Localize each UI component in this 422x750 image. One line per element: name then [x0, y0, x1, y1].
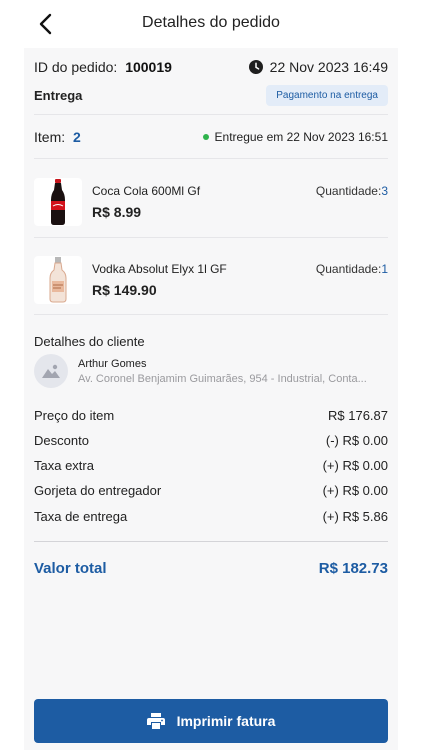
- order-type-row: Entrega Pagamento na entrega: [34, 84, 388, 106]
- summary-row: Gorjeta do entregador (+) R$ 0.00: [34, 483, 388, 501]
- order-date: 22 Nov 2023 16:49: [269, 59, 388, 75]
- customer-card: Arthur Gomes Av. Coronel Benjamim Guimar…: [34, 354, 388, 390]
- summary-row: Preço do item R$ 176.87: [34, 408, 388, 426]
- divider: [34, 541, 388, 542]
- summary-value: (+) R$ 5.86: [322, 509, 388, 524]
- summary-label: Taxa de entrega: [34, 509, 128, 524]
- summary-value: (+) R$ 0.00: [322, 483, 388, 498]
- product-item[interactable]: Vodka Absolut Elyx 1l GF R$ 149.90 Quant…: [34, 254, 388, 314]
- summary-label: Gorjeta do entregador: [34, 483, 162, 498]
- summary-row: Taxa extra (+) R$ 0.00: [34, 458, 388, 476]
- order-type: Entrega: [34, 87, 83, 103]
- summary-label: Preço do item: [34, 408, 115, 423]
- summary-label: Desconto: [34, 433, 89, 448]
- divider: [34, 114, 388, 115]
- product-item[interactable]: Coca Cola 600Ml Gf R$ 8.99 Quantidade:3: [34, 176, 388, 236]
- order-id-row: ID do pedido: 100019 22 Nov 2023 16:49: [34, 58, 388, 76]
- image-placeholder-icon: [42, 364, 60, 378]
- summary-label: Taxa extra: [34, 458, 94, 473]
- clock-icon: [248, 60, 263, 74]
- printer-icon: [146, 713, 165, 729]
- product-image: [34, 178, 82, 226]
- quantity-value: 3: [381, 184, 388, 198]
- customer-address: Av. Coronel Benjamim Guimarães, 954 - In…: [78, 373, 367, 385]
- product-price: R$ 8.99: [92, 204, 142, 220]
- order-details-card: ID do pedido: 100019 22 Nov 2023 16:49 E…: [24, 48, 398, 750]
- product-name: Vodka Absolut Elyx 1l GF: [92, 262, 227, 276]
- avatar: [34, 354, 68, 388]
- divider: [34, 158, 388, 159]
- product-quantity: Quantidade:1: [316, 262, 388, 276]
- vodka-bottle-icon: [49, 257, 67, 303]
- status-dot: [202, 134, 209, 140]
- quantity-value: 1: [381, 262, 388, 276]
- delivered-status: Entregue em 22 Nov 2023 16:51: [214, 130, 388, 144]
- coca-cola-bottle-icon: [51, 179, 65, 225]
- product-price: R$ 149.90: [92, 282, 157, 298]
- header-bar: Detalhes do pedido: [0, 0, 422, 48]
- total-label: Valor total: [34, 560, 107, 577]
- product-image: [34, 256, 82, 304]
- divider: [34, 237, 388, 238]
- order-id-label: ID do pedido:: [34, 59, 118, 75]
- customer-name: Arthur Gomes: [78, 358, 147, 370]
- items-row: Item: 2 Entregue em 22 Nov 2023 16:51: [34, 128, 388, 146]
- quantity-label: Quantidade:: [315, 184, 382, 198]
- items-label: Item:: [34, 129, 66, 145]
- summary-row: Taxa de entrega (+) R$ 5.86: [34, 509, 388, 527]
- quantity-label: Quantidade:: [315, 262, 382, 276]
- customer-section-title: Detalhes do cliente: [34, 334, 145, 349]
- product-quantity: Quantidade:3: [316, 184, 388, 198]
- summary-value: (+) R$ 0.00: [322, 458, 388, 473]
- total-row: Valor total R$ 182.73: [34, 560, 388, 577]
- summary-value: (-) R$ 0.00: [325, 433, 388, 448]
- total-value: R$ 182.73: [318, 560, 388, 577]
- print-button-label: Imprimir fatura: [176, 713, 276, 729]
- order-id-value: 100019: [125, 59, 172, 75]
- print-invoice-button[interactable]: Imprimir fatura: [34, 699, 388, 743]
- items-count: 2: [73, 129, 81, 145]
- payment-badge: Pagamento na entrega: [266, 84, 388, 106]
- summary-row: Desconto (-) R$ 0.00: [34, 433, 388, 451]
- page-title: Detalhes do pedido: [142, 14, 280, 31]
- summary-value: R$ 176.87: [328, 408, 388, 423]
- product-name: Coca Cola 600Ml Gf: [92, 184, 201, 198]
- divider: [34, 314, 388, 315]
